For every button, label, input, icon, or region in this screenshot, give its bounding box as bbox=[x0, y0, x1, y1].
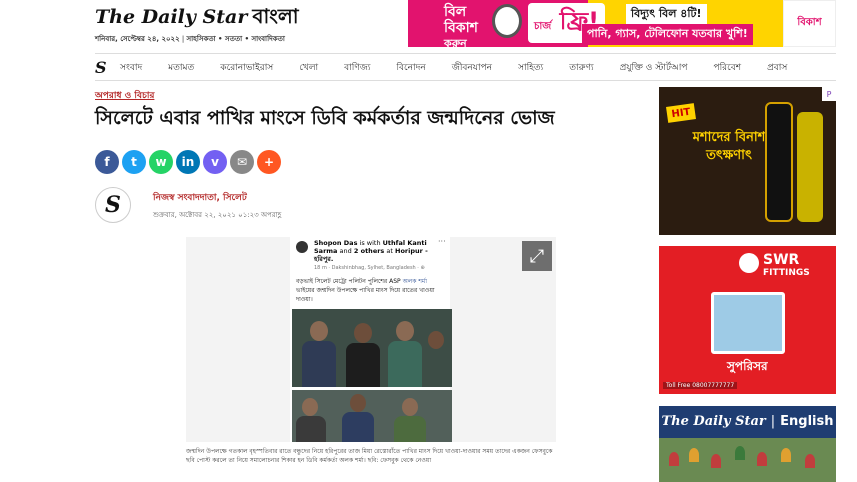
author-byline[interactable]: নিজস্ব সংবাদদাতা, সিলেট bbox=[153, 190, 247, 205]
nav-item-environment[interactable]: পরিবেশ bbox=[713, 60, 741, 75]
photo-caption: জন্মদিন উপলক্ষে গতকাল বৃহস্পতিবার রাতে ব… bbox=[186, 448, 553, 464]
logo-english: The Daily Star bbox=[95, 6, 248, 28]
nav-item-news[interactable]: সংবাদ bbox=[120, 60, 142, 75]
english-label: English bbox=[780, 413, 834, 429]
facebook-post-screenshot: Shopon Das is with Uthfal Kanti Sarma an… bbox=[290, 237, 452, 442]
post-image-bottom bbox=[292, 390, 452, 442]
whatsapp-share-icon[interactable]: w bbox=[149, 150, 173, 174]
nav-item-business[interactable]: বাণিজ্য bbox=[344, 60, 370, 75]
dateline: শনিবার, সেপ্টেম্বর ২৪, ২০২২ | সাহসিকতা •… bbox=[95, 35, 285, 43]
swr-product-image bbox=[711, 292, 785, 354]
email-share-icon[interactable]: ✉ bbox=[230, 150, 254, 174]
english-logo: The Daily Star bbox=[661, 413, 766, 429]
article-photo[interactable]: Shopon Das is with Uthfal Kanti Sarma an… bbox=[186, 237, 556, 442]
hit-ad-text: মশাদের বিনাশ তৎক্ষণাৎ bbox=[692, 130, 766, 163]
ad-bill-text: বিল বিকাশ করুন bbox=[444, 4, 478, 47]
author-avatar: S bbox=[95, 187, 131, 223]
swr-emblem-icon bbox=[739, 253, 759, 273]
post-text: বড়ভাই সিলেট মেট্রো পলিটন পুলিশের ASP অল… bbox=[296, 278, 435, 303]
post-author-avatar bbox=[296, 241, 308, 253]
swr-phone: Toll Free 08007777777 bbox=[663, 382, 738, 389]
post-meta: 18 m · Dakshinbhag, Sylhet, Bangladesh ·… bbox=[314, 265, 425, 271]
swr-tagline: সুপরিসর bbox=[727, 359, 768, 373]
share-bar: f t w in v ✉ + bbox=[95, 150, 281, 174]
main-nav: S সংবাদ মতামত করোনাভাইরাস খেলা বাণিজ্য ব… bbox=[95, 53, 836, 81]
article-category-link[interactable]: অপরাধ ও বিচার bbox=[95, 88, 154, 103]
expand-icon[interactable]: ⤢ bbox=[522, 241, 552, 271]
top-banner-ad[interactable]: বিল বিকাশ করুন চার্জ ফ্রি! বিদ্যুৎ বিল ৪… bbox=[408, 0, 783, 47]
publish-date: শুক্রবার, অক্টোবর ২২, ২০২১ ০১:২৩ অপরাহ্ণ bbox=[153, 211, 282, 219]
ad-line-electricity: বিদ্যুৎ বিল ৪টি! bbox=[626, 4, 707, 25]
more-dots-icon: ··· bbox=[438, 237, 446, 246]
english-promo-image bbox=[659, 438, 836, 482]
nav-item-sports[interactable]: খেলা bbox=[299, 60, 318, 75]
nav-item-diaspora[interactable]: প্রবাস bbox=[767, 60, 787, 75]
site-logo[interactable]: The Daily Star বাংলা bbox=[95, 2, 299, 30]
viber-share-icon[interactable]: v bbox=[203, 150, 227, 174]
facebook-share-icon[interactable]: f bbox=[95, 150, 119, 174]
bkash-logo[interactable]: বিকাশ bbox=[783, 0, 836, 47]
nav-item-lifestyle[interactable]: জীবনযাপন bbox=[452, 60, 492, 75]
sidebar-ad-swr[interactable]: SWR FITTINGS সুপরিসর Toll Free 080077777… bbox=[659, 246, 836, 394]
separator: | bbox=[770, 413, 776, 429]
article-headline: সিলেটে এবার পাখির মাংসে ডিবি কর্মকর্তার … bbox=[95, 107, 555, 129]
tagline: সাহসিকতা • সততা • সাংবাদিকতা bbox=[186, 35, 285, 43]
swr-subtitle: FITTINGS bbox=[763, 268, 810, 278]
twitter-share-icon[interactable]: t bbox=[122, 150, 146, 174]
ad-choices-icon[interactable]: P bbox=[822, 87, 836, 101]
nav-item-opinion[interactable]: মতামত bbox=[168, 60, 194, 75]
nav-item-entertainment[interactable]: বিনোদন bbox=[396, 60, 425, 75]
logo-bangla: বাংলা bbox=[252, 4, 299, 28]
nav-item-literature[interactable]: সাহিত্য bbox=[518, 60, 543, 75]
post-image-top bbox=[292, 309, 452, 387]
linkedin-share-icon[interactable]: in bbox=[176, 150, 200, 174]
ad-line-utilities: পানি, গ্যাস, টেলিফোন যতবার খুশি! bbox=[582, 24, 753, 45]
sidebar-ad-hit[interactable]: HIT মশাদের বিনাশ তৎক্ষণাৎ P bbox=[659, 87, 836, 235]
spray-can-yellow bbox=[797, 112, 823, 222]
swr-logo: SWR bbox=[763, 252, 800, 268]
post-header: Shopon Das is with Uthfal Kanti Sarma an… bbox=[314, 239, 428, 263]
sidebar-ad-english-edition[interactable]: The Daily Star | English bbox=[659, 406, 836, 482]
nav-item-youth[interactable]: তারুণ্য bbox=[569, 60, 593, 75]
bulb-icon bbox=[492, 4, 522, 38]
nav-logo-icon[interactable]: S bbox=[95, 58, 120, 77]
hit-logo: HIT bbox=[666, 103, 696, 123]
current-date: শনিবার, সেপ্টেম্বর ২৪, ২০২২ bbox=[95, 35, 180, 43]
nav-item-tech[interactable]: প্রযুক্তি ও স্টার্টআপ bbox=[620, 60, 688, 75]
nav-item-coronavirus[interactable]: করোনাভাইরাস bbox=[220, 60, 273, 75]
spray-can-black bbox=[765, 102, 793, 222]
more-share-icon[interactable]: + bbox=[257, 150, 281, 174]
english-edition-bar: The Daily Star | English bbox=[659, 406, 836, 436]
